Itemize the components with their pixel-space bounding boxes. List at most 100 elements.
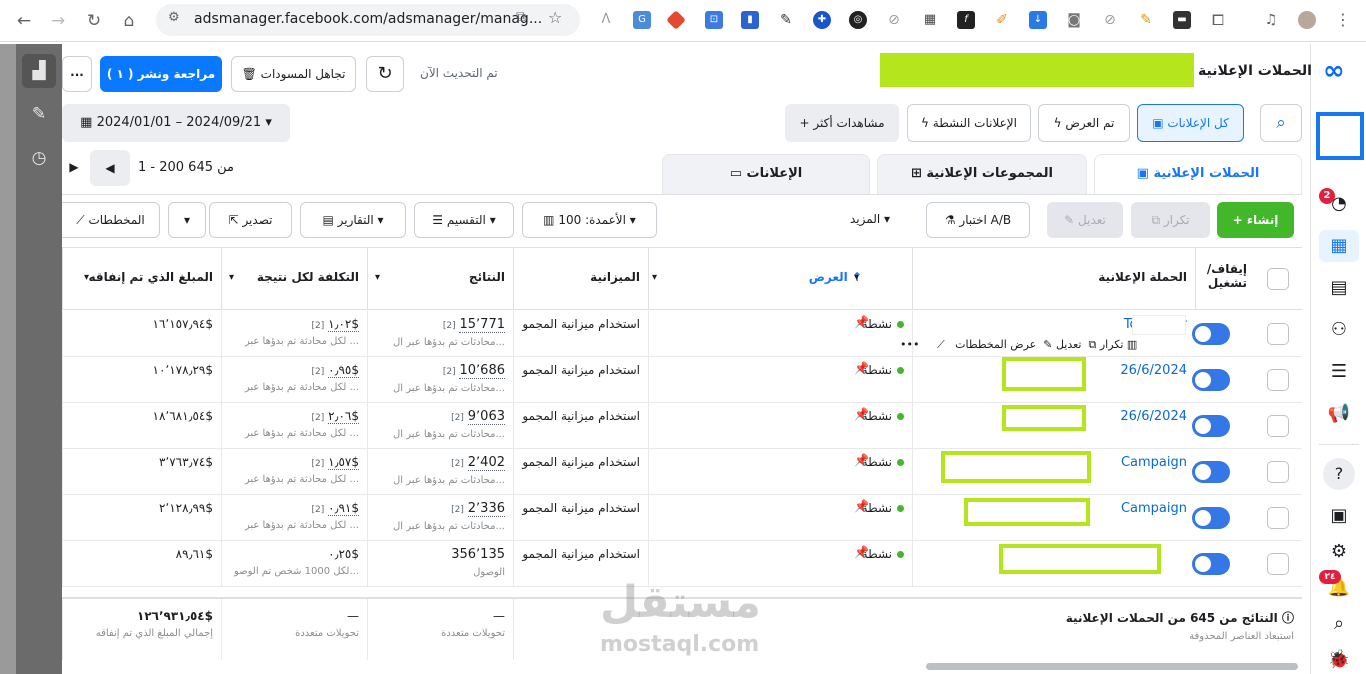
pin-icon[interactable]: 📌	[854, 545, 869, 559]
gear-icon[interactable]: ⚙	[1325, 538, 1353, 566]
pin-icon[interactable]: 📌	[854, 315, 869, 329]
campaign-name-link[interactable]: Campaign	[1121, 455, 1187, 470]
row-checkbox[interactable]	[1267, 415, 1289, 437]
next-page-button[interactable]: ▶	[62, 150, 86, 186]
clock-icon[interactable]: ◷	[22, 141, 56, 175]
results-value[interactable]: 356٬135	[451, 547, 505, 562]
pin-icon[interactable]: 📌	[854, 499, 869, 513]
caret-down-icon[interactable]: ▾	[854, 272, 859, 283]
extension-icon[interactable]: ↓	[1029, 11, 1047, 29]
pin-icon[interactable]: 📌	[854, 361, 869, 375]
campaign-toggle[interactable]	[1192, 461, 1230, 483]
table-row[interactable]: 26/6/2024 نشطة 📌 استخدام ميزانية المجمو [2] …	[62, 403, 1302, 449]
row-checkbox[interactable]	[1267, 369, 1289, 391]
extension-icon[interactable]: ✎	[1137, 11, 1155, 29]
results-value[interactable]: 2٬402	[467, 455, 505, 471]
extension-icon[interactable]: ⊘	[1101, 11, 1119, 29]
tab-ads[interactable]: ▭ الإعلانات	[662, 154, 870, 195]
more-views-button[interactable]: + مشاهدات أكثر	[785, 104, 899, 142]
extension-icon[interactable]: ✚	[813, 11, 831, 29]
tab-campaigns[interactable]: ▣ الحملات الإعلانية	[1094, 154, 1302, 195]
more-dropdown[interactable]: المزيد ▾	[850, 212, 890, 226]
extension-icon[interactable]: ◙	[1065, 11, 1083, 29]
extension-icon[interactable]: f	[957, 11, 975, 29]
extension-icon[interactable]: ▬	[1173, 11, 1191, 29]
scrollbar[interactable]	[0, 44, 16, 674]
contacts-icon[interactable]: ▣	[1325, 502, 1353, 530]
home-icon[interactable]: ⌂	[117, 9, 141, 33]
export-button[interactable]: ⇱ تصدير	[209, 202, 292, 238]
campaign-toggle[interactable]	[1192, 369, 1230, 391]
puzzle-icon[interactable]: ⧠	[1209, 11, 1227, 29]
column-header-results[interactable]: النتائج	[367, 248, 513, 310]
install-app-icon[interactable]: ⧉	[516, 9, 526, 25]
discard-drafts-button[interactable]: 🗑 تجاهل المسودات	[231, 56, 356, 92]
review-publish-button[interactable]: مراجعة ونشر ( ١ )	[100, 56, 222, 92]
more-actions-button[interactable]: •••	[900, 338, 919, 351]
reload-icon[interactable]: ↻	[82, 9, 106, 33]
select-all-checkbox[interactable]	[1267, 268, 1289, 290]
extension-icon[interactable]: ✎	[777, 11, 795, 29]
help-icon[interactable]: ?	[1323, 458, 1355, 490]
kebab-menu-icon[interactable]: ⋮	[1334, 11, 1352, 29]
export-dropdown[interactable]: ▾	[168, 202, 206, 238]
extension-icon[interactable]: ▦	[921, 11, 939, 29]
row-checkbox[interactable]	[1267, 323, 1289, 345]
results-value[interactable]: 9٬063	[467, 409, 505, 425]
extension-icon[interactable]: ⊘	[885, 11, 903, 29]
results-value[interactable]: 2٬336	[467, 501, 505, 517]
column-header-budget[interactable]: الميزانية	[513, 248, 648, 310]
cost-per-result-value[interactable]: ٠٫٩٥$	[328, 363, 359, 378]
edit-button[interactable]: ✎ تعديل	[1047, 202, 1123, 238]
extension-icon[interactable]: Λ	[597, 11, 615, 29]
row-checkbox[interactable]	[1267, 461, 1289, 483]
all-ads-filter[interactable]: ▣ كل الإعلانات	[1137, 104, 1244, 142]
cost-per-result-value[interactable]: ٠٫٩١$	[328, 501, 359, 516]
results-value[interactable]: 15٬771	[459, 317, 505, 333]
column-header-cost-per-result[interactable]: التكلفة لكل نتيجة	[221, 248, 367, 310]
cost-per-result-value[interactable]: ٢٫٠٦$	[328, 409, 359, 424]
avatar[interactable]	[1298, 11, 1316, 29]
column-header-campaign[interactable]: الحملة الإعلانية	[912, 248, 1195, 310]
table-row[interactable]: Campaign نشطة 📌 استخدام ميزانية المجمو [2] 2…	[62, 495, 1302, 541]
chart-icon[interactable]: ▟	[22, 54, 56, 88]
cost-per-result-value[interactable]: ١٫٥٧$	[328, 455, 359, 470]
horizontal-scrollbar[interactable]	[926, 663, 1298, 670]
bug-icon[interactable]: 🐞	[1325, 646, 1353, 674]
campaign-name-link[interactable]: Campaign	[1121, 501, 1187, 516]
extension-icon[interactable]: ⊡	[705, 11, 723, 29]
row-checkbox[interactable]	[1267, 507, 1289, 529]
campaign-toggle[interactable]	[1192, 553, 1230, 575]
forward-arrow-icon[interactable]: →	[46, 9, 70, 33]
media-control-icon[interactable]: ♫	[1262, 11, 1280, 29]
date-range-picker[interactable]: ▦ 2024/01/01 – 2024/09/21 ▾	[62, 104, 290, 142]
campaign-name-link[interactable]: 26/6/2024	[1120, 363, 1187, 378]
profile-selector[interactable]	[1316, 112, 1364, 160]
extension-icon[interactable]: ▮	[741, 11, 759, 29]
tab-ad-sets[interactable]: ⊞ المجموعات الإعلانية	[877, 154, 1087, 195]
address-bar[interactable]: ⚙ adsmanager.facebook.com/adsmanager/man…	[156, 4, 580, 36]
charts-button[interactable]: ⟋ المخططات	[62, 202, 160, 238]
more-options-button[interactable]: ...	[62, 56, 92, 92]
extension-icon[interactable]: ◎	[849, 11, 867, 29]
chart-line-icon[interactable]: ⟋	[937, 338, 945, 351]
duplicate-button[interactable]: ⧉ تكرار	[1131, 202, 1210, 238]
breakdown-dropdown[interactable]: ☰ التقسيم ▾	[414, 202, 514, 238]
row-checkbox[interactable]	[1267, 553, 1289, 575]
prev-page-button[interactable]: ◀	[90, 150, 130, 186]
campaign-toggle[interactable]	[1192, 507, 1230, 529]
database-icon[interactable]: ☰	[1325, 358, 1353, 386]
column-header-toggle[interactable]: إيقاف/ تشغيل	[1195, 248, 1255, 310]
caret-down-icon[interactable]: ▾	[229, 272, 234, 283]
extension-icon[interactable]: ✐	[993, 11, 1011, 29]
table-grid-icon[interactable]: ▦	[1319, 230, 1359, 262]
megaphone-icon[interactable]: 📢	[1325, 400, 1353, 428]
create-button[interactable]: + إنشاء	[1217, 202, 1294, 238]
columns-dropdown[interactable]: ▥ الأعمدة: 100 ▾	[522, 202, 657, 238]
extension-icon[interactable]	[666, 10, 686, 30]
caret-down-icon[interactable]: ▾	[375, 272, 380, 283]
pin-icon[interactable]: 📌	[854, 453, 869, 467]
pin-icon[interactable]: 📌	[854, 407, 869, 421]
meta-logo-icon[interactable]: ∞	[1323, 56, 1345, 86]
document-icon[interactable]: ▤	[1325, 274, 1353, 302]
